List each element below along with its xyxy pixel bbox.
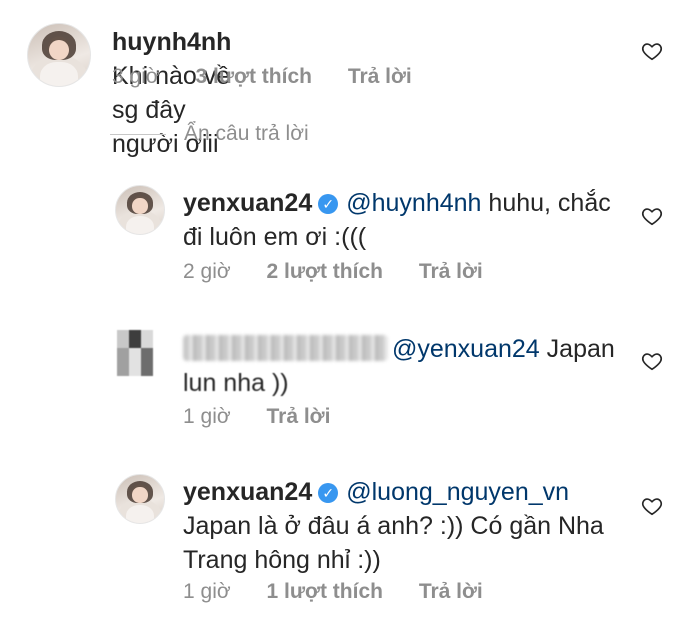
reply-body-line1: Japan: [546, 335, 615, 363]
reply-likes[interactable]: 2 lượt thích: [266, 260, 382, 283]
avatar[interactable]: [27, 23, 91, 87]
avatar-face: [132, 198, 148, 214]
reply-username[interactable]: yenxuan24: [183, 189, 312, 217]
avatar-face: [132, 487, 148, 503]
reply-time: 2 giờ: [183, 260, 231, 283]
verified-badge-icon: ✓: [318, 483, 339, 503]
mention-link[interactable]: @huynh4nh: [346, 189, 481, 217]
reply-time: 1 giờ: [183, 580, 231, 603]
mention-link[interactable]: @luong_nguyen_vn: [346, 478, 569, 506]
blurred-avatar[interactable]: [117, 330, 153, 376]
reply-time: 1 giờ: [183, 405, 231, 428]
reply-button[interactable]: Trả lời: [266, 405, 330, 428]
comment-likes[interactable]: 3 lượt thích: [195, 65, 311, 88]
avatar-body: [40, 62, 78, 86]
comment-time: 3 giờ: [112, 65, 160, 88]
blurred-username[interactable]: [183, 335, 388, 361]
reply-username[interactable]: yenxuan24: [183, 478, 312, 506]
reply-meta: 1 giờ Trả lời: [183, 405, 360, 429]
reply-body-line2: đi luôn em ơi :(((: [183, 223, 367, 251]
hide-replies-label[interactable]: Ẩn câu trả lời: [184, 122, 309, 146]
verified-badge-icon: ✓: [318, 194, 339, 214]
avatar-body: [125, 504, 155, 523]
reply-body-line1: huhu, chắc: [488, 189, 611, 217]
heart-outline-icon[interactable]: [641, 495, 663, 517]
reply-button[interactable]: Trả lời: [348, 65, 412, 88]
reply-meta: 2 giờ 2 lượt thích Trả lời: [183, 260, 513, 284]
reply-meta: 1 giờ 1 lượt thích Trả lời: [183, 580, 513, 604]
mention-link[interactable]: @yenxuan24: [392, 335, 540, 363]
heart-outline-icon[interactable]: [641, 40, 663, 62]
avatar-body: [125, 215, 155, 234]
reply-text: yenxuan24 ✓ @huynh4nh huhu, chắc đi luôn e…: [183, 186, 623, 254]
comment-meta: 3 giờ 3 lượt thích Trả lời: [112, 65, 442, 89]
reply-likes[interactable]: 1 lượt thích: [266, 580, 382, 603]
heart-outline-icon[interactable]: [641, 205, 663, 227]
reply-text: yenxuan24 ✓ @luong_nguyen_vn Japan là ở đâ…: [183, 475, 633, 577]
divider-line: [110, 134, 166, 135]
reply-body-line3: Trang hông nhỉ :)): [183, 546, 381, 574]
reply-body-line2: lun nha )): [183, 369, 289, 397]
comment-username[interactable]: huynh4nh: [112, 28, 231, 56]
avatar[interactable]: [115, 474, 165, 524]
reply-text: @yenxuan24 Japan lun nha )): [183, 332, 628, 400]
avatar-face: [49, 40, 69, 60]
reply-body-line2: Japan là ở đâu á anh? :)) Có gần Nha: [183, 512, 604, 540]
reply-button[interactable]: Trả lời: [419, 580, 483, 603]
heart-outline-icon[interactable]: [641, 350, 663, 372]
avatar[interactable]: [115, 185, 165, 235]
reply-button[interactable]: Trả lời: [419, 260, 483, 283]
